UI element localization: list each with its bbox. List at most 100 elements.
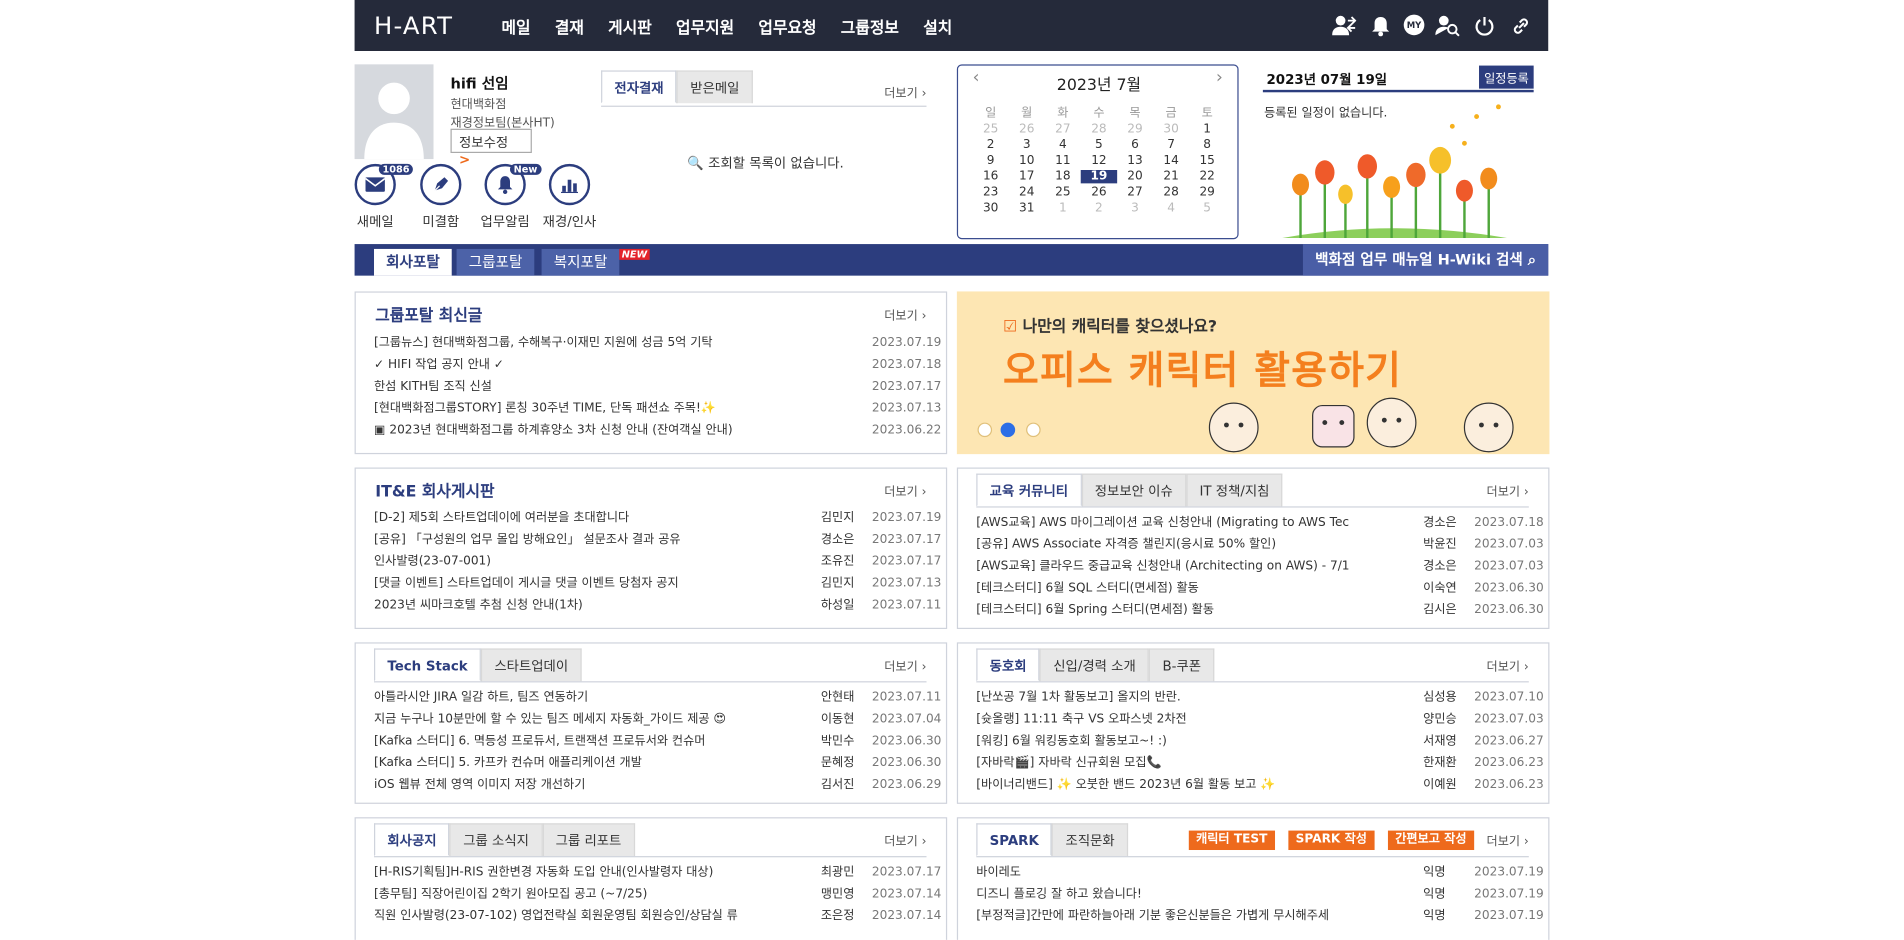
character-test-button[interactable]: 캐릭터 TEST [1188,830,1275,851]
spark-more-link[interactable]: 더보기 › [1487,831,1529,848]
tab-company-portal[interactable]: 회사포탈 [374,248,452,276]
list-item[interactable]: [공유] AWS Associate 자격증 챌린지(응시료 50% 할인) 박윤… [976,534,1543,556]
calendar-day[interactable]: 20 [1117,170,1153,183]
power-icon[interactable] [1471,12,1498,39]
list-item[interactable]: [AWS교육] AWS 마이그레이션 교육 신청안내 (Migrating to… [976,512,1543,534]
list-item[interactable]: [슛올랭] 11:11 축구 VS 오파스넷 2차전 양민승 2023.07.03 [976,709,1543,731]
calendar-day[interactable]: 26 [1081,186,1117,199]
list-item[interactable]: [부정적글]간만에 파란하늘아래 기분 좋은신분들은 가볍게 무시해주세 익명 20… [976,906,1543,928]
list-item[interactable]: [공유] 「구성원의 업무 몰입 방해요인」 설문조사 결과 공유 경소은 2023… [374,529,941,551]
list-item[interactable]: [Kafka 스터디] 6. 멱등성 프로듀서, 트랜잭션 프로듀서와 컨슈머 박… [374,731,941,753]
spark-write-button[interactable]: SPARK 작성 [1288,830,1375,851]
calendar-day[interactable]: 29 [1189,186,1225,199]
list-item[interactable]: 아틀라시안 JIRA 일감 하트, 팀즈 연동하기 안현태 2023.07.11 [374,687,941,709]
calendar-day[interactable]: 1 [1189,123,1225,136]
calendar-day[interactable]: 8 [1189,138,1225,151]
tab-tech-stack[interactable]: Tech Stack [374,648,482,682]
list-item[interactable]: [그룹뉴스] 현대백화점그룹, 수해복구·이재민 지원에 성금 5억 기탁 202… [374,333,941,355]
tab-edu-community[interactable]: 교육 커뮤니티 [976,473,1082,507]
tech-more-link[interactable]: 더보기 › [884,656,926,674]
menu-group-info[interactable]: 그룹정보 [841,15,899,37]
calendar-day[interactable]: 28 [1153,186,1189,199]
calendar-day[interactable]: 29 [1117,123,1153,136]
user-switch-icon[interactable] [1331,12,1358,39]
list-item[interactable]: iOS 웹뷰 전체 영역 이미지 저장 개선하기 김서진 2023.06.29 [374,775,941,797]
edu-more-link[interactable]: 더보기 › [1487,481,1529,499]
calendar-day[interactable]: 27 [1117,186,1153,199]
calendar-day[interactable]: 18 [1045,170,1081,183]
list-item[interactable]: ✓ HIFI 작업 공지 안내 ✓ 2023.07.18 [374,355,941,377]
bell-icon[interactable] [1367,12,1394,39]
list-item[interactable]: 디즈니 플로깅 잘 하고 왔습니다! 익명 2023.07.19 [976,884,1543,906]
calendar-day[interactable]: 11 [1045,154,1081,167]
calendar-day[interactable]: 12 [1081,154,1117,167]
list-item[interactable]: [댓글 이벤트] 스타트업데이 게시글 댓글 이벤트 당첨자 공지 김민지 2023… [374,573,941,595]
calendar-day[interactable]: 1 [1045,202,1081,215]
list-item[interactable]: [테크스터디] 6월 Spring 스터디(면세점) 활동 김시은 2023.06.… [976,600,1543,622]
next-month-icon[interactable]: › [1216,68,1223,87]
menu-approval[interactable]: 결재 [555,15,584,37]
tab-org-culture[interactable]: 조직문화 [1052,823,1129,857]
calendar-day[interactable]: 13 [1117,154,1153,167]
club-more-link[interactable]: 더보기 › [1487,656,1529,674]
tab-welfare-portal[interactable]: 복지포탈 [541,248,620,276]
list-item[interactable]: [D-2] 제5회 스타트업데이에 여러분을 초대합니다 김민지 2023.07.1… [374,508,941,530]
calendar-day[interactable]: 27 [1045,123,1081,136]
task-alert-button[interactable]: New [484,163,541,208]
list-item[interactable]: [바이너리밴드] ✨ 오붓한 밴드 2023년 6월 활동 보고 ✨ 이예원 202… [976,775,1543,797]
calendar-day[interactable]: 25 [973,123,1009,136]
edit-profile-button[interactable]: 정보수정 > [450,128,532,168]
calendar-day[interactable]: 30 [1153,123,1189,136]
list-item[interactable]: ▣ 2023년 현대백화점그룹 하계휴양소 3차 신청 안내 (잔여객실 안내)… [374,420,941,442]
tab-company-notice[interactable]: 회사공지 [374,823,450,857]
ite-board-more-link[interactable]: 더보기 › [884,481,926,499]
calendar-day[interactable]: 16 [973,170,1009,183]
calendar-day[interactable]: 4 [1045,138,1081,151]
calendar-day[interactable]: 17 [1009,170,1045,183]
calendar-day[interactable]: 21 [1153,170,1189,183]
calendar-day[interactable]: 5 [1081,138,1117,151]
menu-support[interactable]: 업무지원 [676,15,734,37]
calendar-day[interactable]: 9 [973,154,1009,167]
calendar-day[interactable]: 24 [1009,186,1045,199]
tab-it-policy[interactable]: IT 정책/지침 [1186,473,1283,507]
tab-spark[interactable]: SPARK [976,823,1053,857]
tab-received-mail[interactable]: 받은메일 [676,70,753,104]
list-item[interactable]: [H-RIS기획팀]H-RIS 권한변경 자동화 도입 안내(인사발령자 대상)… [374,862,941,884]
hwiki-search-button[interactable]: 백화점 업무 매뉴얼 H-Wiki 검색 ⌕ [1302,244,1549,276]
approval-more-link[interactable]: 더보기 › [884,83,926,100]
list-item[interactable]: [총무팀] 직장어린이집 2학기 원아모집 공고 (~7/25) 맹민영 2023.… [374,884,941,906]
list-item[interactable]: [Kafka 스터디] 5. 카프카 컨슈머 애플리케이션 개발 문혜정 2023.… [374,753,941,775]
calendar-day[interactable]: 22 [1189,170,1225,183]
list-item[interactable]: [AWS교육] 클라우드 중급교육 신청안내 (Architecting on … [976,556,1543,578]
menu-board[interactable]: 게시판 [608,15,652,37]
list-item[interactable]: [자바락🎬] 자바락 신규회원 모집📞 한재환 2023.06.23 [976,753,1543,775]
calendar-day[interactable]: 3 [1117,202,1153,215]
tab-group-newsletter[interactable]: 그룹 소식지 [449,823,543,857]
logo[interactable]: H-ART [374,11,453,40]
calendar-day[interactable]: 6 [1117,138,1153,151]
menu-request[interactable]: 업무요청 [758,15,816,37]
menu-install[interactable]: 설치 [923,15,952,37]
my-icon[interactable]: MY [1403,14,1425,36]
list-item[interactable]: [테크스터디] 6월 SQL 스터디(면세점) 활동 이숙연 2023.06.30 [976,578,1543,600]
group-news-more-link[interactable]: 더보기 › [884,305,926,323]
calendar-day[interactable]: 15 [1189,154,1225,167]
list-item[interactable]: [난쏘공 7월 1차 활동보고] 올지의 반란. 심성용 2023.07.10 [976,687,1543,709]
carousel-dot-3[interactable] [1026,422,1041,438]
new-mail-button[interactable]: 1086 [354,163,414,208]
carousel-dot-2[interactable] [1000,422,1016,438]
tab-e-approval[interactable]: 전자결재 [601,70,677,104]
tab-security-issue[interactable]: 정보보안 이슈 [1081,473,1187,507]
menu-mail[interactable]: 메일 [502,15,531,37]
calendar-day[interactable]: 7 [1153,138,1189,151]
calendar-day[interactable]: 2 [973,138,1009,151]
list-item[interactable]: [워킹] 6월 워킹동호회 활동보고~! :) 서재영 2023.06.27 [976,731,1543,753]
calendar-day[interactable]: 19 [1080,170,1117,184]
finance-hr-button[interactable] [548,163,593,208]
tab-b-coupon[interactable]: B-쿠폰 [1149,648,1215,682]
carousel-dot-1[interactable] [977,422,993,438]
calendar-day[interactable]: 30 [973,202,1009,215]
list-item[interactable]: 인사발령(23-07-001) 조유진 2023.07.17 [374,551,941,573]
calendar-day[interactable]: 26 [1009,123,1045,136]
